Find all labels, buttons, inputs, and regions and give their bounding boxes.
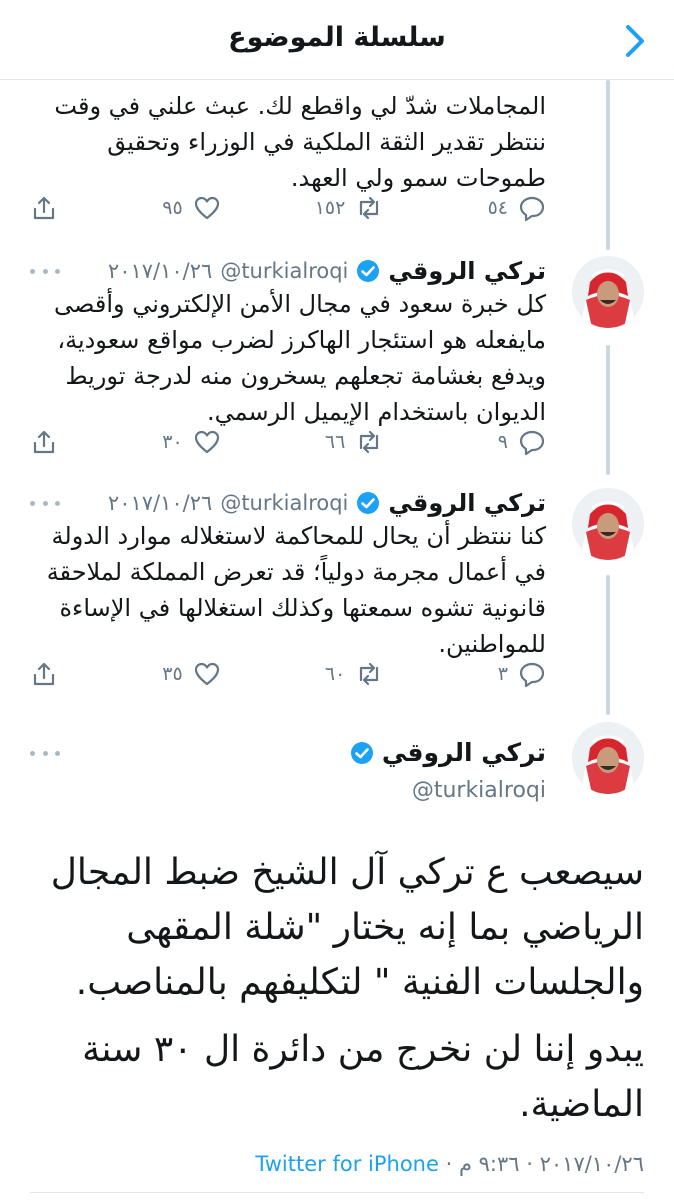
like-button[interactable]: ٣٠ [81,428,221,456]
main-tweet-more [0,746,674,766]
like-count: ٣٠ [162,431,183,453]
share-icon [30,194,58,222]
avatar[interactable] [572,488,644,560]
more-dots-icon[interactable] [30,264,60,278]
tweet-meta: ٢٠١٧/١٠/٢٦ · ٩:٣٦ م · Twitter for iPhone [255,1152,644,1176]
retweet-count: ٦٠ [324,663,346,685]
heart-icon [193,660,221,688]
share-button[interactable] [30,194,58,222]
tweet-paragraph: يبدو إننا لن نخرج من دائرة ال ٣٠ سنة الم… [82,1029,644,1125]
author-handle[interactable]: @turkialroqi [220,259,348,283]
author-name[interactable]: تركي الروقي [388,257,546,285]
like-button[interactable]: ٩٥ [81,194,221,222]
tweet-time: ٩:٣٦ م [458,1152,520,1176]
tweet-source-link[interactable]: Twitter for iPhone [255,1152,439,1176]
tweet-date: ٢٠١٧/١٠/٢٦ [107,259,213,283]
divider [30,1192,644,1193]
reply-button[interactable]: ٩ [406,428,546,456]
share-icon [30,660,58,688]
tweet-header: تركي الروقي @turkialroqi ٢٠١٧/١٠/٢٦ [30,254,546,288]
retweet-icon [355,660,383,688]
more-dots-icon[interactable] [30,496,60,510]
main-tweet-text: سيصعب ع تركي آل الشيخ ضبط المجال الرياضي… [30,845,644,1144]
share-icon [30,428,58,456]
like-count: ٣٥ [162,663,183,685]
reply-button[interactable]: ٣ [406,660,546,688]
tweet-actions: ٣ ٦٠ ٣٥ [30,654,546,694]
retweet-count: ١٥٢ [314,197,346,219]
separator: · [519,1152,533,1176]
retweet-count: ٦٦ [324,431,346,453]
back-button[interactable] [618,24,652,58]
thread-tweet[interactable]: تركي الروقي @turkialroqi ٢٠١٧/١٠/٢٦ كل خ… [0,250,674,470]
chevron-right-icon [626,25,644,57]
verified-badge-icon [356,491,380,515]
share-button[interactable] [30,428,58,456]
thread-tweet[interactable]: المجاملات شدّ لي واقطع لك. عبث علني في و… [0,80,674,240]
tweet-actions: ٥٤ ١٥٢ ٩٥ [30,188,546,228]
reply-count: ٣ [497,663,508,685]
tweet-date: ٢٠١٧/١٠/٢٦ [539,1152,644,1176]
thread-tweet[interactable]: تركي الروقي @turkialroqi ٢٠١٧/١٠/٢٦ كنا … [0,482,674,702]
reply-icon [518,660,546,688]
tweet-text: كل خبرة سعود في مجال الأمن الإلكتروني وأ… [54,290,546,426]
page-title: سلسلة الموضوع [228,22,446,53]
reply-icon [518,428,546,456]
retweet-icon [355,428,383,456]
verified-badge-icon [356,259,380,283]
heart-icon [193,428,221,456]
retweet-button[interactable]: ١٥٢ [243,194,383,222]
tweet-date: ٢٠١٧/١٠/٢٦ [107,491,213,515]
tweet-text: المجاملات شدّ لي واقطع لك. عبث علني في و… [54,92,546,192]
tweet-paragraph: سيصعب ع تركي آل الشيخ ضبط المجال الرياضي… [50,852,644,1003]
author-handle[interactable]: @turkialroqi [220,491,348,515]
more-dots-icon[interactable] [30,746,60,760]
reply-count: ٥٤ [487,197,508,219]
retweet-icon [355,194,383,222]
retweet-button[interactable]: ٦٦ [243,428,383,456]
tweet-actions: ٩ ٦٦ ٣٠ [30,422,546,462]
retweet-button[interactable]: ٦٠ [243,660,383,688]
author-handle[interactable]: @turkialroqi [412,778,546,803]
reply-count: ٩ [497,431,508,453]
tweet-text: كنا ننتظر أن يحال للمحاكمة لاستغلاله موا… [46,522,546,658]
author-name[interactable]: تركي الروقي [388,489,546,517]
heart-icon [193,194,221,222]
tweet-header: تركي الروقي @turkialroqi ٢٠١٧/١٠/٢٦ [30,486,546,520]
like-button[interactable]: ٣٥ [81,660,221,688]
like-count: ٩٥ [162,197,183,219]
avatar[interactable] [572,256,644,328]
share-button[interactable] [30,660,58,688]
separator: · [438,1152,453,1176]
reply-button[interactable]: ٥٤ [406,194,546,222]
navigation-header: سلسلة الموضوع [0,0,674,80]
reply-icon [518,194,546,222]
